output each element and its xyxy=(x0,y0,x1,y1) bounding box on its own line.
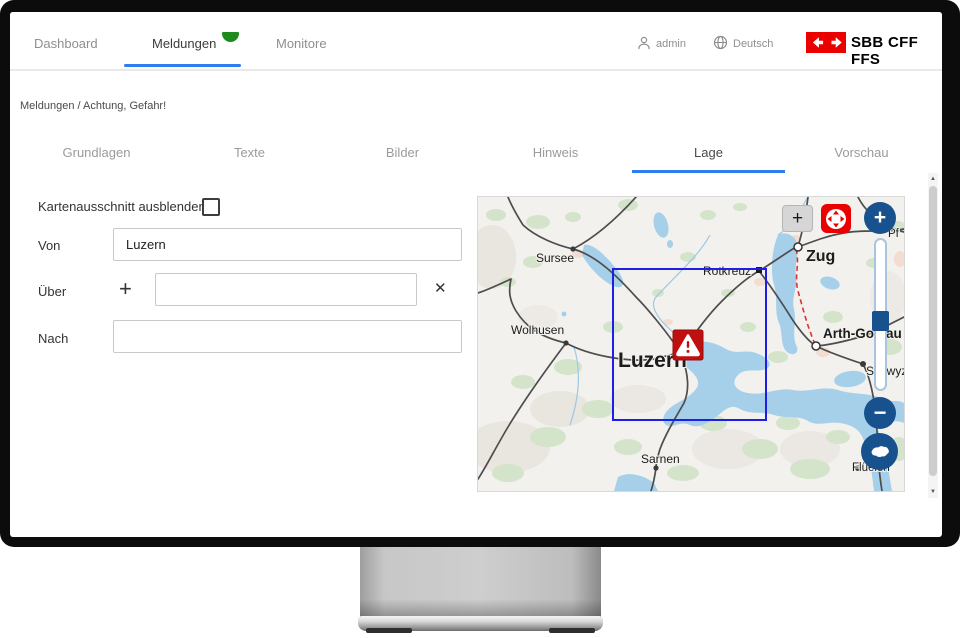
add-via-button[interactable]: + xyxy=(119,274,132,304)
tab-hinweis[interactable]: Hinweis xyxy=(479,140,632,173)
monitor-foot xyxy=(366,628,412,633)
scrollbar-down-arrow[interactable]: ▼ xyxy=(928,486,938,498)
tab-lage[interactable]: Lage xyxy=(632,140,785,173)
top-navbar: Dashboard Meldungen Monitore admin Deuts… xyxy=(10,12,942,69)
brand-text: SBB CFF FFS xyxy=(851,34,942,68)
globe-icon xyxy=(713,35,728,50)
tab-texte[interactable]: Texte xyxy=(173,140,326,173)
map-svg: Sursee Wolhusen Luzern Rotkreuz Zug Arth… xyxy=(478,197,904,491)
monitor-stand xyxy=(360,547,601,617)
header-divider xyxy=(10,69,942,71)
switzerland-icon xyxy=(869,444,891,459)
app-window: Dashboard Meldungen Monitore admin Deuts… xyxy=(10,12,942,537)
move-icon xyxy=(825,208,847,230)
nav-item-monitore[interactable]: Monitore xyxy=(276,36,327,51)
pan-mode-button[interactable] xyxy=(821,204,851,233)
place-label-zug: Zug xyxy=(806,248,835,265)
zoom-out-button[interactable]: − xyxy=(864,397,896,429)
page: Dashboard Meldungen Monitore admin Deuts… xyxy=(0,0,960,638)
tab-grundlagen[interactable]: Grundlagen xyxy=(20,140,173,173)
zoom-slider-handle[interactable] xyxy=(872,311,889,331)
clear-via-button[interactable]: ✕ xyxy=(434,279,447,297)
ueber-label: Über xyxy=(38,284,66,299)
meldungen-status-icon xyxy=(222,32,239,42)
language-selector[interactable]: Deutsch xyxy=(733,38,773,50)
content-scrollbar[interactable]: ▲ ▼ xyxy=(928,173,938,498)
home-extent-button[interactable] xyxy=(861,433,898,470)
place-label-wolhusen: Wolhusen xyxy=(511,323,564,337)
breadcrumb: Meldungen / Achtung, Gefahr! xyxy=(20,100,166,112)
nach-label: Nach xyxy=(38,331,68,346)
hide-map-label: Kartenausschnitt ausblenden xyxy=(38,199,206,214)
sbb-logo xyxy=(806,32,846,53)
place-label-rotkreuz: Rotkreuz xyxy=(703,264,751,278)
von-input[interactable] xyxy=(113,228,462,261)
ueber-input[interactable] xyxy=(155,273,417,306)
place-label-sarnen: Sarnen xyxy=(641,452,680,466)
tab-bilder[interactable]: Bilder xyxy=(326,140,479,173)
nach-input[interactable] xyxy=(113,320,462,353)
place-label-sursee: Sursee xyxy=(536,251,574,265)
tab-bar: Grundlagen Texte Bilder Hinweis Lage Vor… xyxy=(20,140,938,173)
tab-vorschau[interactable]: Vorschau xyxy=(785,140,938,173)
nav-item-meldungen[interactable]: Meldungen xyxy=(152,36,216,51)
monitor-foot xyxy=(549,628,595,633)
map-canvas[interactable]: Sursee Wolhusen Luzern Rotkreuz Zug Arth… xyxy=(477,196,905,492)
logged-in-user[interactable]: admin xyxy=(656,38,686,50)
warning-marker-icon[interactable] xyxy=(673,330,703,360)
hide-map-checkbox[interactable] xyxy=(202,198,220,216)
active-nav-underline xyxy=(124,64,241,67)
nav-item-dashboard[interactable]: Dashboard xyxy=(34,36,98,51)
scrollbar-thumb[interactable] xyxy=(929,186,937,476)
user-icon xyxy=(637,36,651,50)
place-label-arth-goldau: Arth-Goldau xyxy=(823,326,902,341)
box-zoom-button[interactable]: + xyxy=(782,205,813,232)
von-label: Von xyxy=(38,238,60,253)
zoom-in-button[interactable]: + xyxy=(864,202,896,234)
scrollbar-up-arrow[interactable]: ▲ xyxy=(928,173,938,185)
